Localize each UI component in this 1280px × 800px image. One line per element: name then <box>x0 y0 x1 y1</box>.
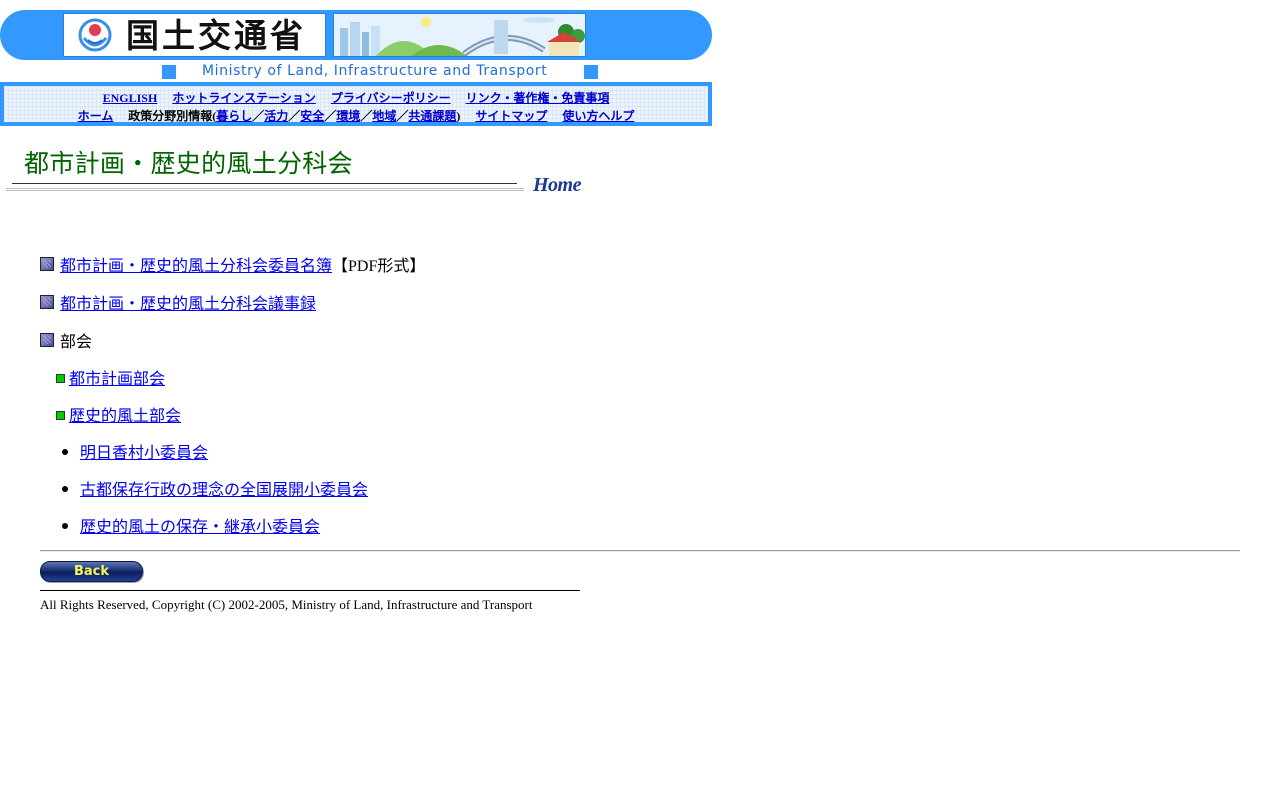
ministry-emblem-icon <box>78 18 112 52</box>
nav-link-home[interactable]: ホーム <box>78 109 114 123</box>
nav-row-primary: ENGLISH ホットラインステーション プライバシーポリシー リンク・著作権・… <box>4 89 708 106</box>
green-square-icon <box>56 411 65 420</box>
city-scene-icon <box>334 14 585 56</box>
nav-link-chiiki[interactable]: 地域 <box>372 109 396 123</box>
historic-landscape-subcommittee-link[interactable]: 歴史的風土部会 <box>69 408 181 425</box>
purple-square-icon <box>40 257 54 271</box>
list-item: 歴史的風土部会 <box>56 402 181 426</box>
page-title: 都市計画・歴史的風土分科会 <box>24 149 353 178</box>
separator: ／ <box>288 109 301 123</box>
subcommittee-heading: 部会 <box>60 334 93 351</box>
green-square-icon <box>56 374 65 383</box>
minutes-link[interactable]: 都市計画・歴史的風土分科会議事録 <box>60 296 316 313</box>
preservation-committee-link[interactable]: 歴史的風土の保存・継承小委員会 <box>80 519 320 536</box>
nav-link-hotline[interactable]: ホットラインステーション <box>172 91 316 105</box>
urban-planning-subcommittee-link[interactable]: 都市計画部会 <box>69 371 165 388</box>
nav-link-copyright[interactable]: リンク・著作権・免責事項 <box>466 91 610 105</box>
footer-divider <box>40 590 580 591</box>
purple-square-icon <box>40 295 54 309</box>
ancient-capital-committee-link[interactable]: 古都保存行政の理念の全国展開小委員会 <box>80 482 368 499</box>
policy-info-close: ) <box>456 109 461 123</box>
list-item: 歴史的風土の保存・継承小委員会 <box>62 513 320 537</box>
pdf-format-label: 【PDF形式】 <box>332 258 426 275</box>
bullet-icon <box>62 449 68 455</box>
header-banner: 国土交通省 <box>0 10 712 60</box>
list-item: 都市計画部会 <box>56 365 165 389</box>
list-item: 都市計画・歴史的風土分科会議事録 <box>40 290 316 314</box>
bullet-icon <box>62 486 68 492</box>
nav-row-secondary: ホーム 政策分野別情報(暮らし／活力／安全／環境／地域／共通課題) サイトマップ… <box>4 107 708 124</box>
global-navigation: ENGLISH ホットラインステーション プライバシーポリシー リンク・著作権・… <box>0 82 712 126</box>
blue-square-icon <box>162 65 176 79</box>
logo-text: 国土交通省 <box>126 15 306 55</box>
ministry-english-name: Ministry of Land, Infrastructure and Tra… <box>202 63 548 79</box>
list-item: 都市計画・歴史的風土分科会委員名簿【PDF形式】 <box>40 252 425 276</box>
nav-link-english[interactable]: ENGLISH <box>103 91 158 105</box>
back-button-label: Back <box>73 564 110 579</box>
nav-link-help[interactable]: 使い方ヘルプ <box>562 109 634 123</box>
nav-link-kyotsu[interactable]: 共通課題 <box>408 109 456 123</box>
separator: ／ <box>360 109 373 123</box>
blue-square-icon <box>584 65 598 79</box>
nav-link-anzen[interactable]: 安全 <box>300 109 324 123</box>
separator: ／ <box>252 109 265 123</box>
list-item: 明日香村小委員会 <box>62 439 208 463</box>
list-item: 古都保存行政の理念の全国展開小委員会 <box>62 476 368 500</box>
title-divider <box>12 183 517 184</box>
list-item: 部会 <box>40 328 92 352</box>
separator: ／ <box>324 109 337 123</box>
home-link[interactable]: Home <box>533 174 582 197</box>
header-illustration <box>333 13 586 57</box>
title-divider-double <box>6 188 524 191</box>
nav-link-sitemap[interactable]: サイトマップ <box>475 109 547 123</box>
policy-info-label: 政策分野別情報( <box>128 109 217 123</box>
nav-link-kankyo[interactable]: 環境 <box>336 109 360 123</box>
ministry-logo[interactable]: 国土交通省 <box>63 13 326 57</box>
copyright-text: All Rights Reserved, Copyright (C) 2002-… <box>40 597 533 612</box>
ministry-name-bar: Ministry of Land, Infrastructure and Tra… <box>0 63 760 81</box>
nav-link-kurashi[interactable]: 暮らし <box>216 109 252 123</box>
content-divider <box>40 550 1240 552</box>
nav-link-privacy[interactable]: プライバシーポリシー <box>331 91 451 105</box>
separator: ／ <box>396 109 409 123</box>
nav-link-katsuryoku[interactable]: 活力 <box>264 109 288 123</box>
bullet-icon <box>62 523 68 529</box>
roster-pdf-link[interactable]: 都市計画・歴史的風土分科会委員名簿 <box>60 258 332 275</box>
back-button[interactable]: Back <box>40 561 143 582</box>
asuka-committee-link[interactable]: 明日香村小委員会 <box>80 445 208 462</box>
purple-square-icon <box>40 333 54 347</box>
